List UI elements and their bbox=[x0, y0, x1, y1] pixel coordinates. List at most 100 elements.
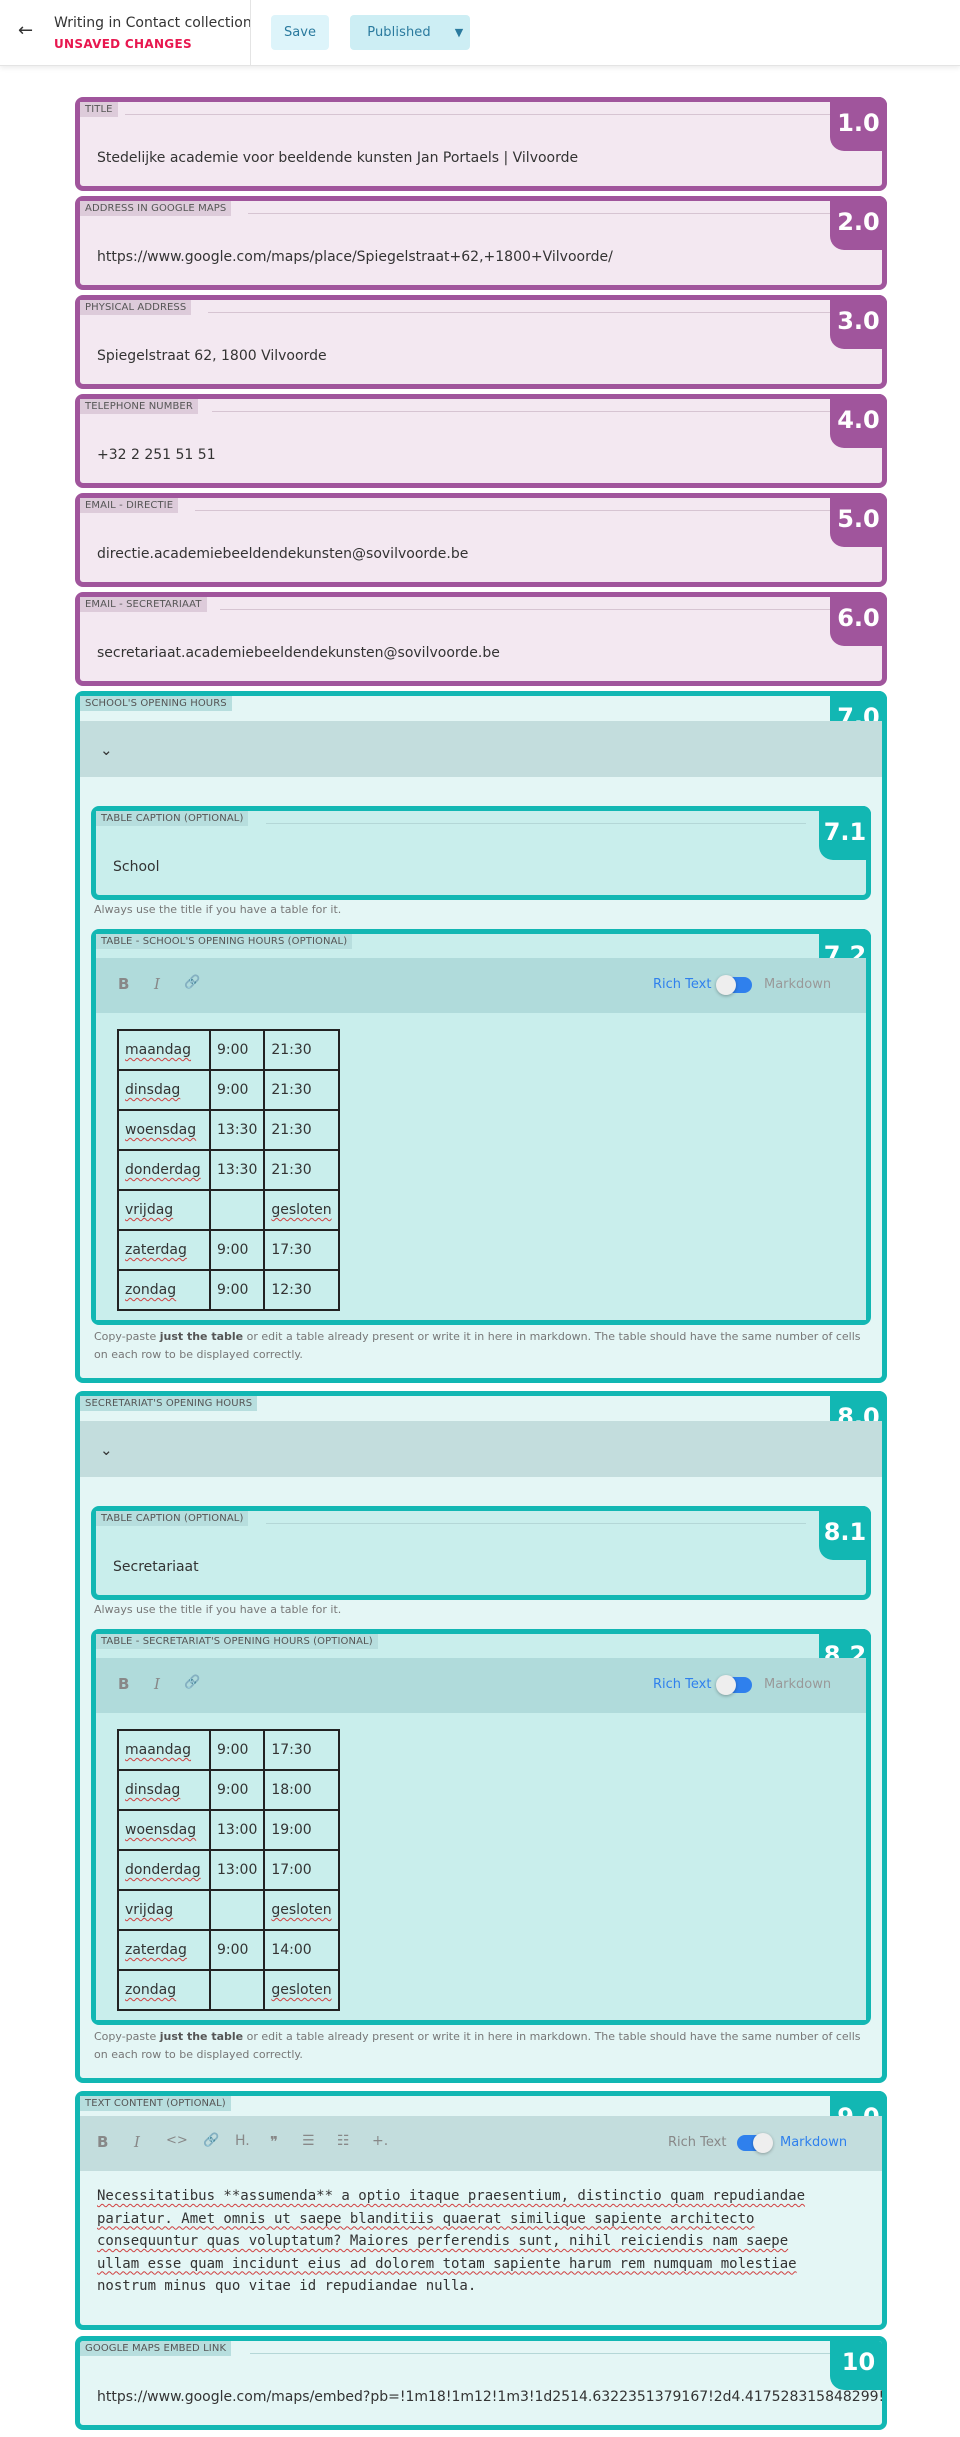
numbered-list-icon[interactable]: ☷ bbox=[337, 2133, 350, 2149]
day-cell[interactable]: dinsdag bbox=[117, 1769, 211, 1811]
open-time-cell[interactable]: 9:00 bbox=[208, 1929, 266, 1971]
field-label: SCHOOL'S OPENING HOURS bbox=[80, 696, 232, 711]
day-cell[interactable]: zaterdag bbox=[117, 1929, 211, 1971]
heading-icon[interactable]: H. bbox=[235, 2133, 250, 2149]
save-button[interactable]: Save bbox=[271, 15, 329, 50]
bold-icon[interactable]: B bbox=[97, 2133, 108, 2151]
secretariat-caption-input[interactable]: Secretariaat bbox=[113, 1559, 199, 1575]
markdown-line: ullam esse quam incidunt eius ad dolorem… bbox=[97, 2255, 797, 2272]
caption-hint: Always use the title if you have a table… bbox=[94, 903, 342, 916]
close-time-cell[interactable]: gesloten bbox=[263, 1889, 340, 1931]
close-time-cell[interactable]: 19:00 bbox=[263, 1809, 340, 1851]
close-time-cell[interactable]: 21:30 bbox=[263, 1149, 340, 1191]
secretariat-hours-table[interactable]: maandag 9:00 17:30 dinsdag 9:00 18:00 woensdag… bbox=[117, 1729, 340, 2011]
close-time-cell[interactable]: 21:30 bbox=[263, 1029, 340, 1071]
open-time-cell[interactable]: 9:00 bbox=[208, 1029, 266, 1071]
close-time-cell[interactable]: gesloten bbox=[263, 1969, 340, 2011]
chevron-down-icon[interactable]: ⌄ bbox=[100, 741, 113, 759]
day-cell[interactable]: maandag bbox=[117, 1029, 211, 1071]
open-time-cell[interactable]: 13:00 bbox=[208, 1809, 266, 1851]
field-school-hours-table: TABLE - SCHOOL'S OPENING HOURS (OPTIONAL… bbox=[91, 929, 871, 1325]
link-icon[interactable]: 🔗 bbox=[203, 2133, 219, 2148]
day-cell[interactable]: zondag bbox=[117, 1969, 211, 2011]
bold-icon[interactable]: B bbox=[118, 975, 129, 993]
title-input[interactable]: Stedelijke academie voor beeldende kunst… bbox=[97, 150, 578, 166]
mode-toggle[interactable] bbox=[716, 1675, 752, 1695]
day-cell[interactable]: woensdag bbox=[117, 1109, 211, 1151]
open-time-cell[interactable]: 9:00 bbox=[208, 1729, 266, 1771]
markdown-mode[interactable]: Markdown bbox=[764, 1677, 831, 1692]
mode-toggle[interactable] bbox=[737, 2133, 773, 2153]
table-row: maandag 9:00 21:30 bbox=[117, 1029, 340, 1071]
markdown-line: nostrum minus quo vitae id repudiandae n… bbox=[97, 2278, 477, 2294]
physical-address-input[interactable]: Spiegelstraat 62, 1800 Vilvoorde bbox=[97, 348, 327, 364]
close-time-cell[interactable]: 14:00 bbox=[263, 1929, 340, 1971]
collapse-bar[interactable]: ⌄ bbox=[80, 721, 882, 777]
day-cell[interactable]: maandag bbox=[117, 1729, 211, 1771]
close-time-cell[interactable]: 12:30 bbox=[263, 1269, 340, 1311]
table-row: donderdag 13:00 17:00 bbox=[117, 1849, 340, 1891]
open-time-cell[interactable]: 13:30 bbox=[208, 1109, 266, 1151]
close-time-cell[interactable]: 18:00 bbox=[263, 1769, 340, 1811]
maps-address-input[interactable]: https://www.google.com/maps/place/Spiege… bbox=[97, 249, 613, 265]
markdown-mode[interactable]: Markdown bbox=[764, 977, 831, 992]
day-cell[interactable]: dinsdag bbox=[117, 1069, 211, 1111]
published-dropdown[interactable]: Published ▼ bbox=[350, 15, 470, 50]
close-time-cell[interactable]: gesloten bbox=[263, 1189, 340, 1231]
close-time-cell[interactable]: 17:00 bbox=[263, 1849, 340, 1891]
school-hours-table[interactable]: maandag 9:00 21:30 dinsdag 9:00 21:30 woensdag… bbox=[117, 1029, 340, 1311]
day-cell[interactable]: zaterdag bbox=[117, 1229, 211, 1271]
rich-text-editor[interactable]: maandag 9:00 17:30 dinsdag 9:00 18:00 woensdag… bbox=[96, 1713, 866, 2020]
day-cell[interactable]: donderdag bbox=[117, 1149, 211, 1191]
rich-text-editor[interactable]: maandag 9:00 21:30 dinsdag 9:00 21:30 woensdag… bbox=[96, 1013, 866, 1320]
maps-embed-input[interactable]: https://www.google.com/maps/embed?pb=!1m… bbox=[97, 2389, 882, 2405]
close-time-cell[interactable]: 21:30 bbox=[263, 1109, 340, 1151]
day-cell[interactable]: woensdag bbox=[117, 1809, 211, 1851]
field-label: EMAIL - SECRETARIAAT bbox=[80, 597, 207, 612]
email-secretariaat-input[interactable]: secretariaat.academiebeeldendekunsten@so… bbox=[97, 645, 500, 661]
field-number-badge: 4.0 bbox=[830, 394, 887, 448]
markdown-editor[interactable]: Necessitatibus **assumenda** a optio ita… bbox=[97, 2185, 877, 2298]
plus-icon[interactable]: +. bbox=[372, 2133, 388, 2149]
bold-icon[interactable]: B bbox=[118, 1675, 129, 1693]
day-cell[interactable]: vrijdag bbox=[117, 1889, 211, 1931]
field-school-table-caption: TABLE CAPTION (OPTIONAL) School 7.1 bbox=[91, 806, 871, 900]
code-icon[interactable]: <> bbox=[166, 2133, 188, 2148]
close-time-cell[interactable]: 17:30 bbox=[263, 1729, 340, 1771]
school-caption-input[interactable]: School bbox=[113, 859, 159, 875]
link-icon[interactable]: 🔗 bbox=[184, 975, 200, 990]
link-icon[interactable]: 🔗 bbox=[184, 1675, 200, 1690]
day-cell[interactable]: vrijdag bbox=[117, 1189, 211, 1231]
rich-text-mode[interactable]: Rich Text bbox=[653, 977, 711, 992]
quote-icon[interactable]: ❞ bbox=[270, 2133, 278, 2151]
close-time-cell[interactable]: 17:30 bbox=[263, 1229, 340, 1271]
open-time-cell[interactable] bbox=[208, 1969, 266, 2011]
day-cell[interactable]: donderdag bbox=[117, 1849, 211, 1891]
chevron-down-icon[interactable]: ▼ bbox=[448, 15, 470, 50]
collapse-bar[interactable]: ⌄ bbox=[80, 1421, 882, 1477]
open-time-cell[interactable]: 13:00 bbox=[208, 1849, 266, 1891]
open-time-cell[interactable] bbox=[208, 1889, 266, 1931]
table-row: zondag gesloten bbox=[117, 1969, 340, 2011]
markdown-mode[interactable]: Markdown bbox=[780, 2135, 847, 2150]
open-time-cell[interactable]: 9:00 bbox=[208, 1229, 266, 1271]
mode-toggle[interactable] bbox=[716, 975, 752, 995]
telephone-input[interactable]: +32 2 251 51 51 bbox=[97, 447, 216, 463]
open-time-cell[interactable]: 9:00 bbox=[208, 1269, 266, 1311]
day-cell[interactable]: zondag bbox=[117, 1269, 211, 1311]
italic-icon[interactable]: I bbox=[154, 1675, 160, 1693]
email-directie-input[interactable]: directie.academiebeeldendekunsten@sovilv… bbox=[97, 546, 468, 562]
open-time-cell[interactable]: 9:00 bbox=[208, 1769, 266, 1811]
chevron-down-icon[interactable]: ⌄ bbox=[100, 1441, 113, 1459]
italic-icon[interactable]: I bbox=[154, 975, 160, 993]
open-time-cell[interactable]: 13:30 bbox=[208, 1149, 266, 1191]
bulleted-list-icon[interactable]: ☰ bbox=[302, 2133, 315, 2149]
open-time-cell[interactable]: 9:00 bbox=[208, 1069, 266, 1111]
rich-text-mode[interactable]: Rich Text bbox=[653, 1677, 711, 1692]
rich-text-mode[interactable]: Rich Text bbox=[668, 2135, 726, 2150]
italic-icon[interactable]: I bbox=[134, 2133, 140, 2151]
back-arrow-icon[interactable]: ← bbox=[18, 20, 33, 41]
published-label[interactable]: Published bbox=[350, 15, 448, 50]
close-time-cell[interactable]: 21:30 bbox=[263, 1069, 340, 1111]
open-time-cell[interactable] bbox=[208, 1189, 266, 1231]
